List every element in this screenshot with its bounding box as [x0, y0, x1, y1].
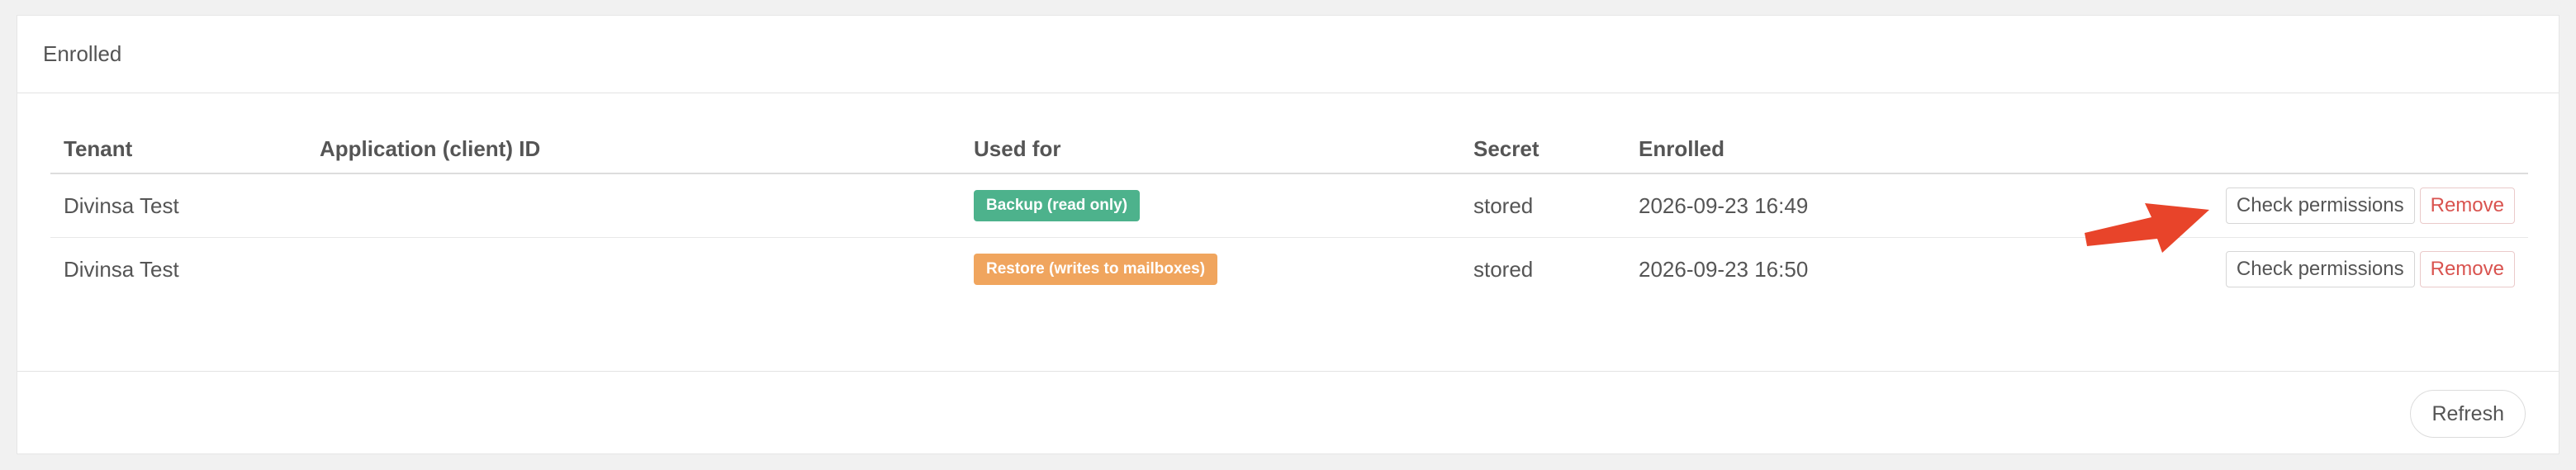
- check-permissions-button[interactable]: Check permissions: [2225, 251, 2415, 287]
- column-header-used-for: Used for: [961, 125, 1460, 174]
- enrolled-cell: 2026-09-23 16:49: [1625, 173, 2055, 238]
- arrow-shape: [2085, 203, 2209, 253]
- column-header-enrolled: Enrolled: [1625, 125, 2055, 174]
- column-header-secret: Secret: [1460, 125, 1625, 174]
- used-for-badge: Backup (read only): [974, 190, 1141, 221]
- used-for-badge: Restore (writes to mailboxes): [974, 254, 1218, 285]
- used-for-cell: Restore (writes to mailboxes): [961, 238, 1460, 301]
- enrolled-cell: 2026-09-23 16:50: [1639, 256, 1809, 282]
- card-header: Enrolled: [17, 16, 2559, 93]
- refresh-button[interactable]: Refresh: [2410, 390, 2526, 438]
- secret-cell: stored: [1473, 256, 1534, 282]
- used-for-cell: Backup (read only): [961, 173, 1460, 238]
- table-header-row: Tenant Application (client) ID Used for …: [50, 125, 2528, 174]
- card-footer: Refresh: [17, 372, 2559, 453]
- column-header-tenant: Tenant: [50, 125, 306, 174]
- app-id-cell: [306, 238, 961, 301]
- remove-button[interactable]: Remove: [2419, 188, 2515, 224]
- tenant-cell: Divinsa Test: [50, 173, 306, 238]
- column-header-app-id: Application (client) ID: [306, 125, 961, 174]
- card-title: Enrolled: [43, 41, 122, 66]
- check-permissions-button[interactable]: Check permissions: [2225, 188, 2415, 224]
- column-header-actions: [2055, 125, 2528, 174]
- arrow-right-icon: [2085, 203, 2209, 253]
- tenant-cell: Divinsa Test: [64, 256, 179, 282]
- secret-cell: stored: [1460, 173, 1625, 238]
- remove-button[interactable]: Remove: [2419, 251, 2515, 287]
- app-id-cell: [306, 173, 961, 238]
